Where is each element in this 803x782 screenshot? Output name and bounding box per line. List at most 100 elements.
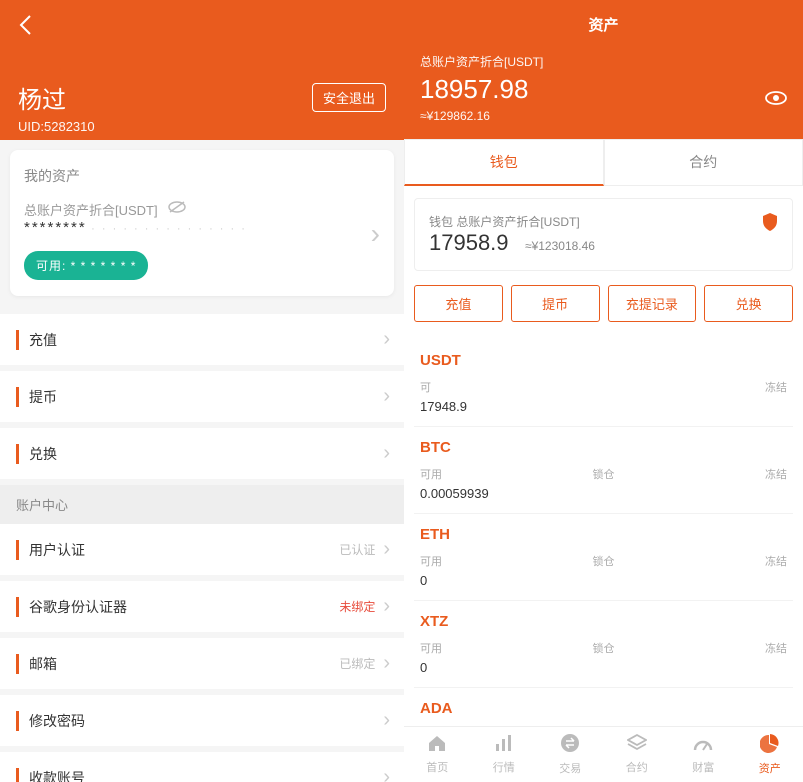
coin-symbol: BTC [420,439,787,456]
assets-pane: 资产 总账户资产折合[USDT] 18957.98 ≈¥129862.16 钱包… [404,0,803,782]
my-assets-card[interactable]: 我的资产 总账户资产折合[USDT] ******** · · · · · · … [10,150,394,296]
username: 杨过 [18,80,66,115]
tab-contract[interactable]: 合约 [604,139,803,186]
gauge-icon [693,734,713,757]
eye-slash-icon[interactable] [168,200,186,219]
menu-item-收款账号[interactable]: 收款账号 › [0,752,404,782]
nav-gauge[interactable]: 财富 [670,727,737,782]
menu-label: 谷歌身份认证器 [16,597,127,617]
val-frozen [665,660,787,675]
status-badge: 已绑定 [339,655,375,672]
coin-row-XTZ[interactable]: XTZ可用锁仓冻结0 [414,601,793,688]
col-available-label: 可 [420,379,542,395]
profile-pane: 杨过 安全退出 UID:5282310 我的资产 总账户资产折合[USDT] *… [0,0,404,782]
total-label: 总账户资产折合[USDT] [24,200,158,219]
val-available: 0 [420,660,542,675]
menu-label: 收款账号 [16,768,85,782]
col-frozen-label: 冻结 [665,466,787,482]
menu-item-提币[interactable]: 提币› [0,371,404,422]
col-locked-label: 锁仓 [542,553,664,569]
col-available-label: 可用 [420,466,542,482]
menu-item-修改密码[interactable]: 修改密码 › [0,695,404,746]
chevron-right-icon: › [383,709,390,732]
menu-label: 用户认证 [16,540,85,560]
val-locked [542,573,664,588]
menu-item-用户认证[interactable]: 用户认证 已认证 › [0,524,404,575]
pie-icon [760,733,780,758]
col-locked-label [542,379,664,395]
chevron-right-icon: › [371,218,380,250]
val-available: 0.00059939 [420,486,542,501]
wallet-label: 钱包 总账户资产折合[USDT] [429,213,778,230]
uid-label: UID:5282310 [18,119,386,134]
val-locked [542,660,664,675]
account-menu: 用户认证已认证›谷歌身份认证器未绑定›邮箱已绑定›修改密码›收款账号› [0,524,404,782]
menu-label: 充值 [16,330,57,350]
available-pill: 可用: * * * * * * * [24,251,148,280]
layers-icon [627,734,647,757]
wallet-summary-card: 钱包 总账户资产折合[USDT] 17958.9 ≈¥123018.46 [414,198,793,271]
chevron-right-icon: › [383,766,390,782]
masked-sub: · · · · · · · · · · · · · · · [91,223,247,235]
menu-label: 提币 [16,387,57,407]
profile-header: 杨过 安全退出 UID:5282310 [0,0,404,140]
menu-label: 修改密码 [16,711,85,731]
wallet-tabs: 钱包 合约 [404,139,803,186]
nav-label: 交易 [559,760,581,776]
coin-row-USDT[interactable]: USDT 可 冻结 17948.9 [414,340,793,427]
masked-value: ******** [24,219,87,236]
chart-icon [494,734,514,757]
menu-item-邮箱[interactable]: 邮箱已绑定› [0,638,404,689]
menu-item-兑换[interactable]: 兑换› [0,428,404,479]
nav-home[interactable]: 首页 [404,727,471,782]
chevron-right-icon: › [383,442,390,465]
coin-symbol: ADA [420,700,787,717]
eye-icon[interactable] [765,90,787,111]
total-cny: ≈¥129862.16 [420,109,787,123]
chevron-right-icon: › [383,538,390,561]
val-frozen [665,399,787,414]
status-badge: 未绑定 [339,598,375,615]
action-兑换[interactable]: 兑换 [704,285,793,322]
coin-symbol: USDT [420,352,787,369]
nav-swap[interactable]: 交易 [537,727,604,782]
coin-row-BTC[interactable]: BTC 可用锁仓冻结 0.00059939 [414,427,793,514]
nav-label: 财富 [692,759,714,775]
action-充提记录[interactable]: 充提记录 [608,285,697,322]
menu-item-谷歌身份认证器[interactable]: 谷歌身份认证器未绑定› [0,581,404,632]
col-available-label: 可用 [420,553,542,569]
section-header: 账户中心 [0,485,404,524]
col-frozen-label: 冻结 [665,379,787,395]
wallet-cny: ≈¥123018.46 [525,239,595,253]
col-locked-label: 锁仓 [542,466,664,482]
logout-button[interactable]: 安全退出 [312,83,386,112]
coin-list: USDT可冻结17948.9BTC可用锁仓冻结0.00059939ETH可用锁仓… [404,340,803,744]
val-frozen [665,486,787,501]
coin-row-ETH[interactable]: ETH可用锁仓冻结0 [414,514,793,601]
action-充值[interactable]: 充值 [414,285,503,322]
status-badge: 已认证 [339,541,375,558]
total-label: 总账户资产折合[USDT] [420,53,787,70]
val-locked [542,486,664,501]
card-title: 我的资产 [24,166,380,186]
nav-chart[interactable]: 行情 [471,727,538,782]
nav-label: 资产 [759,760,781,776]
coin-symbol: ETH [420,526,787,543]
menu-item-充值[interactable]: 充值 › [0,314,404,365]
shield-icon[interactable] [762,213,778,236]
assets-header: 资产 总账户资产折合[USDT] 18957.98 ≈¥129862.16 [404,0,803,139]
val-available: 17948.9 [420,399,542,414]
actions-menu: 充值›提币›兑换› [0,314,404,479]
action-提币[interactable]: 提币 [511,285,600,322]
nav-pie[interactable]: 资产 [737,727,803,782]
tab-wallet[interactable]: 钱包 [404,139,604,186]
coin-symbol: XTZ [420,613,787,630]
chevron-right-icon: › [383,328,390,351]
swap-icon [560,733,580,758]
nav-label: 首页 [426,759,448,775]
col-frozen-label: 冻结 [665,553,787,569]
val-frozen [665,573,787,588]
back-icon[interactable] [18,14,386,42]
nav-layers[interactable]: 合约 [604,727,671,782]
page-title: 资产 [420,14,787,35]
